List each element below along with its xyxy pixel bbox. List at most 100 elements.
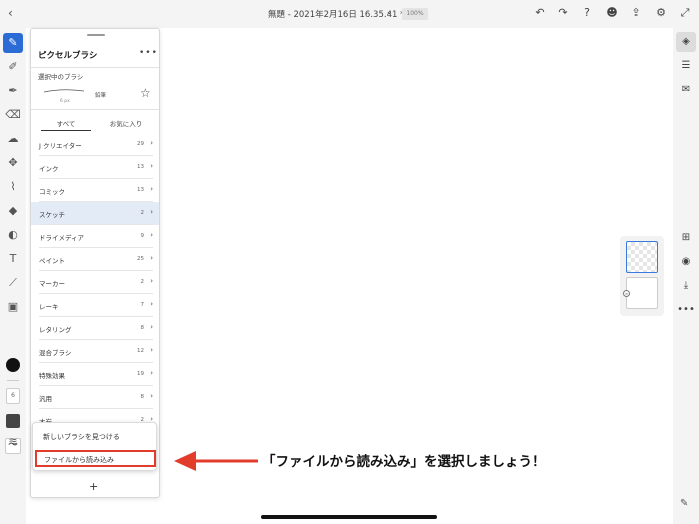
brush-count: 7 bbox=[140, 302, 145, 308]
brush-count: 25 bbox=[137, 256, 144, 262]
chevron-right-icon: › bbox=[150, 277, 153, 285]
import-from-file-item[interactable]: ファイルから読み込み bbox=[35, 450, 156, 467]
add-brush-button[interactable]: + bbox=[89, 480, 98, 493]
divider bbox=[31, 67, 159, 68]
help-icon[interactable]: ? bbox=[579, 5, 595, 21]
opacity-control[interactable] bbox=[6, 414, 20, 428]
vector-brush-icon[interactable]: ✒ bbox=[3, 81, 23, 101]
layer-thumbnail[interactable] bbox=[626, 241, 658, 273]
smudge-icon[interactable]: ☁ bbox=[3, 129, 23, 149]
brush-size-label: 6 px bbox=[60, 99, 70, 104]
brush-category-row[interactable]: 汎用 8 › bbox=[31, 386, 159, 409]
user-add-icon[interactable]: ☻ bbox=[604, 5, 620, 21]
brush-stroke-preview bbox=[43, 89, 85, 93]
layers-icon[interactable]: ◈ bbox=[676, 32, 696, 52]
move-icon[interactable]: ✥ bbox=[3, 153, 23, 173]
redo-icon[interactable]: ↷ bbox=[555, 5, 571, 21]
chevron-right-icon: › bbox=[150, 208, 153, 216]
layer-thumbnail[interactable] bbox=[626, 277, 658, 309]
brush-size-control[interactable]: 6 bbox=[6, 388, 20, 404]
brush-count: 2 bbox=[140, 210, 145, 216]
visibility-icon[interactable]: ◉ bbox=[676, 252, 696, 272]
tab-favorites[interactable]: お気に入り bbox=[101, 118, 151, 128]
brush-count: 9 bbox=[140, 233, 145, 239]
brush-category-label: レタリング bbox=[39, 326, 72, 334]
brush-category-row[interactable]: レタリング 8 › bbox=[31, 317, 159, 340]
brush-category-row[interactable]: コミック 13 › bbox=[31, 179, 159, 202]
find-new-brushes-item[interactable]: 新しいブラシを見つける bbox=[43, 432, 120, 442]
fullscreen-icon[interactable]: ⤢ bbox=[677, 5, 693, 21]
home-indicator bbox=[261, 515, 437, 519]
image-icon[interactable]: ▣ bbox=[3, 297, 23, 317]
pixel-brush-icon[interactable]: ✎ bbox=[3, 33, 23, 53]
document-title[interactable]: 無題 - 2021年2月16日 16.35.41 * bbox=[268, 8, 404, 20]
lasso-icon[interactable]: ⌇ bbox=[3, 177, 23, 197]
brush-count: 12 bbox=[137, 348, 144, 354]
chevron-right-icon: › bbox=[150, 300, 153, 308]
brush-settings-icon[interactable]: ≋ bbox=[3, 432, 23, 452]
brush-count: 13 bbox=[137, 164, 144, 170]
brush-category-row[interactable]: 特殊効果 19 › bbox=[31, 363, 159, 386]
chevron-right-icon: › bbox=[150, 139, 153, 147]
brush-category-row[interactable]: レーキ 7 › bbox=[31, 294, 159, 317]
layer-link-icon[interactable]: ∞ bbox=[623, 290, 630, 297]
brush-category-row[interactable]: 混合ブラシ 12 › bbox=[31, 340, 159, 363]
brush-category-row[interactable]: J クリエイター 29 › bbox=[31, 133, 159, 156]
chevron-right-icon: › bbox=[150, 392, 153, 400]
brush-name: 鉛筆 bbox=[95, 93, 107, 99]
add-layer-icon[interactable]: ⊞ bbox=[676, 228, 696, 248]
eraser-icon[interactable]: ⌫ bbox=[3, 105, 23, 125]
brush-category-label: マーカー bbox=[39, 280, 65, 288]
brush-category-label: 特殊効果 bbox=[39, 372, 65, 380]
live-brush-icon[interactable]: ✐ bbox=[3, 57, 23, 77]
panel-grab-handle[interactable] bbox=[87, 34, 105, 36]
share-icon[interactable]: ⇪ bbox=[628, 5, 644, 21]
brush-category-label: J クリエイター bbox=[39, 142, 82, 150]
brush-count: 13 bbox=[137, 187, 144, 193]
pen-icon[interactable]: ✎ bbox=[680, 498, 688, 509]
settings-icon[interactable]: ⚙ bbox=[653, 5, 669, 21]
layers-stack: ∞ bbox=[620, 236, 664, 316]
tab-all[interactable]: すべて bbox=[41, 118, 91, 128]
brush-category-row[interactable]: インク 13 › bbox=[31, 156, 159, 179]
undo-icon[interactable]: ↶ bbox=[532, 5, 548, 21]
chevron-left-icon[interactable]: ‹ bbox=[8, 6, 13, 20]
brush-category-label: インク bbox=[39, 165, 59, 173]
brush-category-label: コミック bbox=[39, 188, 65, 196]
brush-category-row[interactable]: ペイント 25 › bbox=[31, 248, 159, 271]
add-brush-menu: 新しいブラシを見つける ファイルから読み込み bbox=[32, 422, 157, 471]
zoom-level[interactable]: 100% bbox=[402, 8, 428, 20]
tab-underline bbox=[41, 130, 91, 131]
more-icon[interactable]: ••• bbox=[139, 48, 158, 58]
brush-category-label: 汎用 bbox=[39, 395, 52, 403]
brush-category-label: スケッチ bbox=[39, 211, 65, 219]
brush-category-row[interactable]: ドライメディア 9 › bbox=[31, 225, 159, 248]
comments-icon[interactable]: ✉ bbox=[676, 80, 696, 100]
color-swatch[interactable] bbox=[6, 358, 20, 372]
annotation-arrow bbox=[174, 451, 258, 471]
chevron-right-icon: › bbox=[150, 162, 153, 170]
brush-category-row[interactable]: スケッチ 2 › bbox=[31, 202, 159, 225]
shape-icon[interactable]: ◐ bbox=[3, 225, 23, 245]
chevron-down-icon[interactable]: ⌄ bbox=[386, 7, 393, 16]
star-icon[interactable]: ☆ bbox=[140, 86, 151, 100]
text-icon[interactable]: T bbox=[3, 249, 23, 269]
import-from-file-label: ファイルから読み込み bbox=[44, 456, 114, 464]
brush-count: 8 bbox=[140, 394, 145, 400]
divider bbox=[7, 380, 19, 381]
brush-count: 29 bbox=[137, 141, 144, 147]
selected-brush-label: 選択中のブラシ bbox=[38, 73, 84, 81]
more-icon[interactable]: ••• bbox=[676, 300, 696, 320]
brush-category-label: ドライメディア bbox=[39, 234, 85, 242]
brush-count: 19 bbox=[137, 371, 144, 377]
properties-icon[interactable]: ☰ bbox=[676, 56, 696, 76]
chevron-right-icon: › bbox=[150, 185, 153, 193]
panel-title: ピクセルブラシ bbox=[38, 51, 98, 61]
divider bbox=[31, 109, 159, 110]
eyedropper-icon[interactable]: ⟋ bbox=[3, 273, 23, 293]
chevron-right-icon: › bbox=[150, 369, 153, 377]
brush-category-row[interactable]: マーカー 2 › bbox=[31, 271, 159, 294]
fill-icon[interactable]: ◆ bbox=[3, 201, 23, 221]
merge-layer-icon[interactable]: ⤓ bbox=[676, 276, 696, 296]
right-strip: ◈ ☰ ✉ ⊞ ◉ ⤓ ••• bbox=[673, 28, 699, 524]
